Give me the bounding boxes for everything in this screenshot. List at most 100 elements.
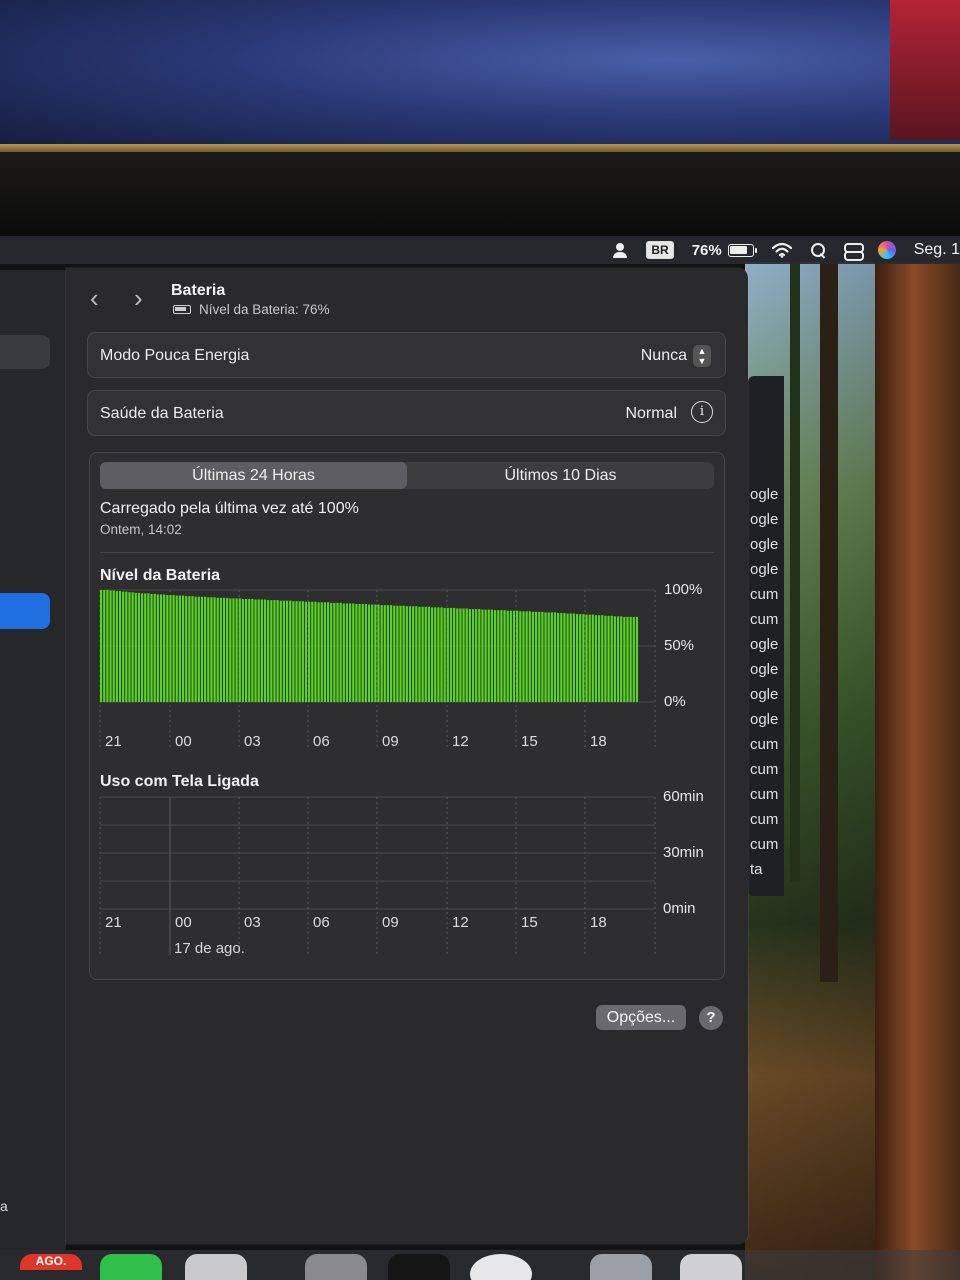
screen-chart-x-label: 12: [452, 914, 469, 931]
battery-level-bar: [623, 616, 626, 702]
battery-level-bar: [620, 616, 623, 702]
battery-level-bar: [601, 615, 604, 702]
dock-calendar-month[interactable]: AGO.: [20, 1254, 82, 1270]
battery-level-bar: [194, 596, 197, 702]
battery-level-bar: [459, 608, 462, 702]
battery-level-bar: [267, 600, 270, 702]
battery-level-bar: [594, 615, 598, 702]
battery-chart-x-label: 18: [590, 733, 607, 750]
battery-level-bar: [254, 599, 257, 702]
battery-level-bar: [468, 609, 471, 702]
battery-level-bar: [421, 606, 424, 702]
messages-app-icon[interactable]: [100, 1254, 162, 1280]
battery-level-bar: [197, 596, 200, 702]
battery-level-bar: [616, 616, 620, 702]
battery-level-bar: [550, 612, 553, 702]
battery-level-bar: [270, 600, 273, 702]
battery-level-bar: [241, 598, 245, 702]
battery-level-bar: [137, 592, 141, 702]
battery-level-bar: [613, 616, 616, 702]
iphone-mirroring-app-icon[interactable]: [185, 1254, 247, 1280]
spotify-app-icon[interactable]: [388, 1254, 450, 1280]
battery-level-bar: [374, 604, 377, 702]
battery-level-bar: [418, 606, 421, 702]
battery-level-bar: [191, 596, 194, 702]
battery-chart-y-label: 100%: [664, 581, 703, 598]
battery-level-bar: [506, 610, 509, 702]
options-button[interactable]: Opções...: [596, 1005, 686, 1030]
battery-level-bar: [279, 600, 282, 702]
battery-level-bar: [503, 610, 506, 702]
battery-level-bar: [106, 590, 109, 702]
battery-level-bar: [339, 602, 342, 702]
battery-level-bar: [330, 602, 333, 702]
trash-icon[interactable]: [680, 1254, 742, 1280]
battery-level-bar: [462, 608, 465, 702]
battery-level-bar: [484, 609, 487, 702]
battery-level-bar: [109, 590, 112, 702]
help-button[interactable]: ?: [699, 1006, 723, 1030]
battery-level-bar: [497, 610, 500, 702]
battery-level-bar: [358, 604, 361, 702]
battery-level-bar: [166, 595, 169, 702]
system-settings-app-icon[interactable]: [305, 1254, 367, 1280]
battery-level-bar: [402, 605, 405, 702]
battery-level-bar: [446, 607, 449, 702]
battery-level-bar: [534, 611, 538, 702]
screen-chart-x-label: 09: [382, 914, 399, 931]
battery-level-bar: [260, 599, 263, 702]
battery-level-bar: [210, 597, 213, 702]
battery-level-bar: [169, 595, 172, 702]
battery-level-bar: [276, 600, 279, 702]
battery-chart-x-label: 00: [175, 733, 192, 750]
battery-chart-x-label: 03: [244, 733, 261, 750]
battery-level-bar: [566, 613, 569, 702]
battery-level-bar: [207, 597, 210, 702]
battery-level-bar: [216, 597, 219, 702]
battery-level-bar: [522, 611, 525, 702]
battery-level-bar: [320, 602, 323, 702]
battery-level-bar: [412, 606, 415, 702]
battery-level-bar: [122, 591, 125, 702]
battery-level-bar: [563, 612, 566, 702]
battery-level-bar: [367, 604, 371, 702]
battery-level-bar: [481, 609, 484, 702]
battery-level-bar: [311, 601, 314, 702]
battery-level-bar: [456, 608, 459, 702]
battery-level-bar: [588, 614, 591, 702]
screen-chart-x-label: 03: [244, 914, 261, 931]
battery-level-bar: [531, 611, 535, 702]
screen-chart-x-label: 21: [105, 914, 122, 931]
battery-level-bar: [213, 597, 216, 702]
screen-chart-x-label: 06: [313, 914, 330, 931]
battery-level-bar: [598, 615, 601, 702]
battery-level-bar: [487, 609, 490, 702]
battery-level-bar: [582, 614, 585, 702]
battery-level-bar: [185, 596, 188, 702]
battery-level-bar: [219, 597, 222, 702]
battery-level-bar: [140, 593, 144, 702]
battery-level-bar: [629, 616, 632, 702]
battery-level-bar: [289, 600, 292, 702]
battery-level-bar: [263, 599, 267, 702]
battery-level-bar: [172, 595, 175, 702]
screen-chart-x-label: 18: [590, 914, 607, 931]
battery-level-bar: [569, 613, 572, 702]
battery-level-bar: [235, 598, 238, 702]
battery-level-bar: [238, 598, 241, 702]
battery-level-bar: [336, 602, 339, 702]
preview-app-icon[interactable]: [590, 1254, 652, 1280]
battery-level-bar: [364, 604, 367, 702]
battery-level-bar: [285, 600, 289, 702]
battery-chart-x-label: 21: [105, 733, 122, 750]
battery-level-bar: [579, 614, 582, 702]
battery-level-bar: [371, 604, 374, 702]
battery-level-bar: [251, 598, 254, 702]
battery-level-bar: [200, 596, 204, 702]
battery-level-bar: [544, 612, 547, 702]
battery-level-bar: [453, 607, 456, 702]
battery-level-bar: [396, 605, 399, 702]
battery-level-bar: [222, 597, 226, 702]
screen-chart-x-label: 15: [521, 914, 538, 931]
battery-level-bar: [512, 610, 516, 702]
